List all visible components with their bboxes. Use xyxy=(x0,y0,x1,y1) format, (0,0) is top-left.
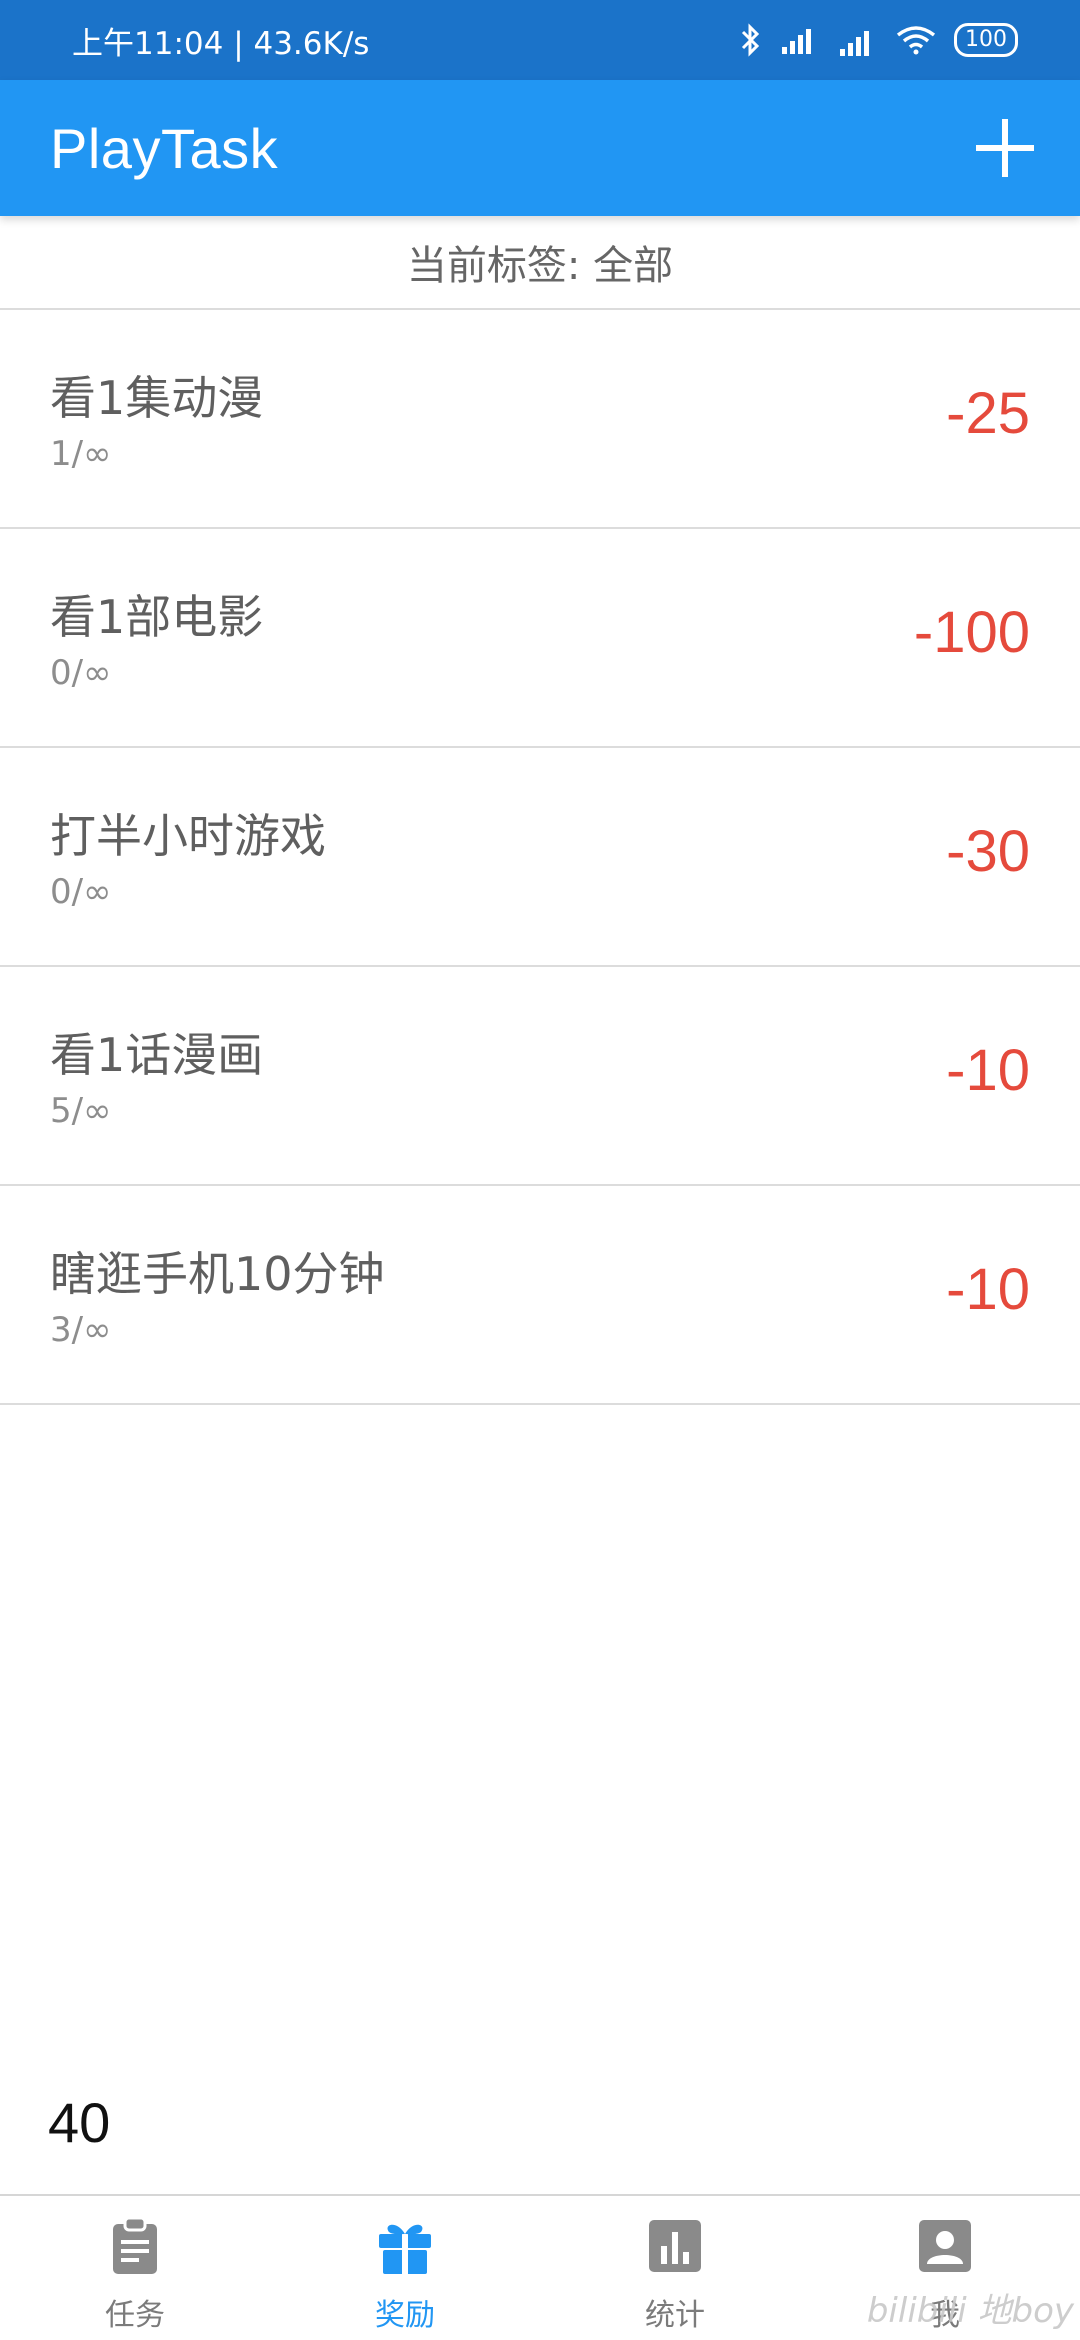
reward-cost: -30 xyxy=(946,819,1030,884)
nav-label: 任务 xyxy=(105,2298,165,2333)
current-tag-filter[interactable]: 当前标签: 全部 xyxy=(0,216,1080,310)
nav-item-rewards[interactable]: 奖励 xyxy=(270,2196,540,2340)
reward-name: 看1话漫画 xyxy=(50,1028,264,1082)
reward-progress: 5/∞ xyxy=(50,1091,112,1131)
reward-cost: -100 xyxy=(913,600,1030,665)
app-title: PlayTask xyxy=(50,116,279,180)
account-icon xyxy=(919,2220,971,2272)
reward-item[interactable]: 看1话漫画 5/∞ -10 xyxy=(0,967,1080,1186)
reward-item[interactable]: 打半小时游戏 0/∞ -30 xyxy=(0,748,1080,967)
signal-icon xyxy=(782,29,811,54)
wifi-icon xyxy=(896,26,936,55)
gift-icon xyxy=(379,2224,431,2274)
nav-label: 统计 xyxy=(645,2298,705,2333)
reward-name: 看1集动漫 xyxy=(50,371,264,425)
reward-item[interactable]: 看1部电影 0/∞ -100 xyxy=(0,529,1080,748)
reward-item[interactable]: 看1集动漫 1/∞ -25 xyxy=(0,310,1080,529)
app-bar: PlayTask xyxy=(0,80,1080,216)
reward-progress: 0/∞ xyxy=(50,653,112,693)
reward-cost: -10 xyxy=(946,1038,1030,1103)
bar-chart-icon xyxy=(649,2220,701,2272)
bluetooth-icon xyxy=(741,23,760,57)
reward-name: 看1部电影 xyxy=(50,590,264,644)
status-bar: 上午11:04 | 43.6K/s 100 xyxy=(0,0,1080,80)
reward-progress: 0/∞ xyxy=(50,872,112,912)
reward-name: 打半小时游戏 xyxy=(50,809,326,863)
nav-label: 奖励 xyxy=(375,2298,435,2333)
reward-item[interactable]: 瞎逛手机10分钟 3/∞ -10 xyxy=(0,1186,1080,1405)
signal-roaming-icon xyxy=(840,31,869,56)
reward-progress: 1/∞ xyxy=(50,434,112,474)
battery-indicator: 100 xyxy=(954,23,1018,57)
reward-progress: 3/∞ xyxy=(50,1310,112,1350)
reward-list: 看1集动漫 1/∞ -25 看1部电影 0/∞ -100 打半小时游戏 0/∞ … xyxy=(0,310,1080,1405)
add-reward-button[interactable] xyxy=(970,113,1040,183)
watermark: bilibili 地boy xyxy=(866,2291,1074,2331)
nav-item-stats[interactable]: 统计 xyxy=(540,2196,810,2340)
clipboard-icon xyxy=(113,2216,157,2274)
points-total: 40 xyxy=(48,2091,111,2154)
reward-name: 瞎逛手机10分钟 xyxy=(50,1247,385,1301)
status-icons: 100 xyxy=(740,23,1018,57)
reward-cost: -10 xyxy=(946,1257,1030,1322)
nav-item-tasks[interactable]: 任务 xyxy=(0,2196,270,2340)
status-time-speed: 上午11:04 | 43.6K/s xyxy=(72,25,370,62)
reward-cost: -25 xyxy=(946,381,1030,446)
